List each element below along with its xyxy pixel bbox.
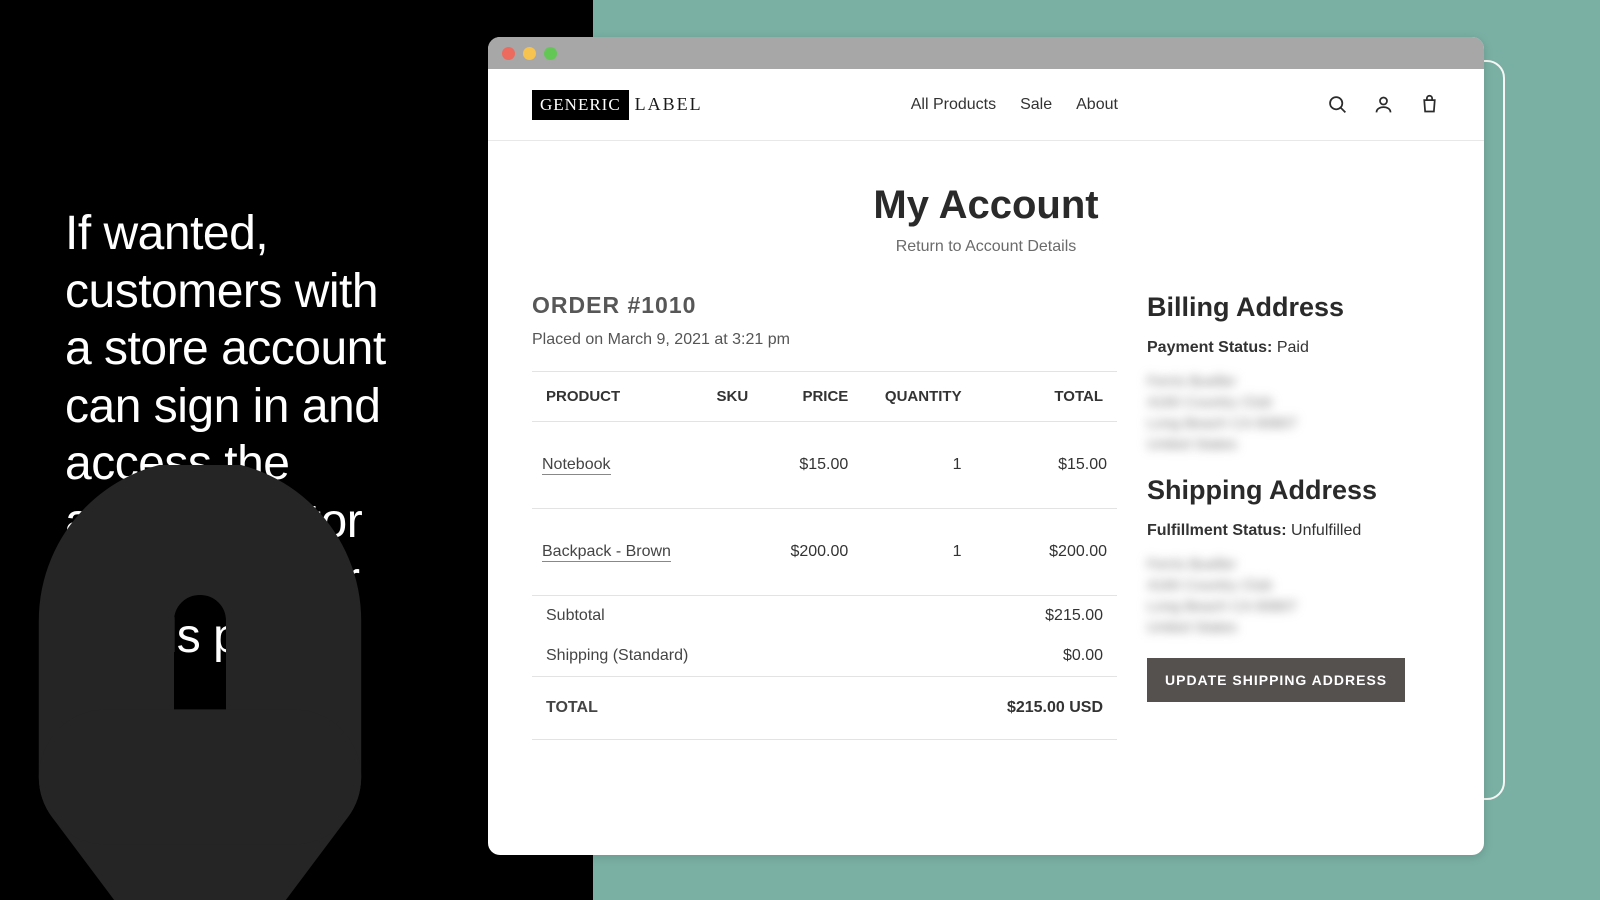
order-heading: ORDER #1010 (532, 292, 1117, 319)
update-shipping-button[interactable]: UPDATE SHIPPING ADDRESS (1147, 658, 1405, 702)
store-logo[interactable]: GENERIC LABEL (532, 90, 703, 120)
cart-icon[interactable] (1418, 94, 1440, 116)
shipping-address-blurred: Ferris Bueller 4160 Country Club Long Be… (1147, 554, 1440, 638)
search-icon[interactable] (1326, 94, 1348, 116)
payment-status: Payment Status: Paid (1147, 339, 1440, 357)
store-header: GENERIC LABEL All Products Sale About (488, 69, 1484, 141)
close-icon[interactable] (502, 47, 515, 60)
price-cell: $15.00 (767, 422, 858, 509)
main-nav: All Products Sale About (703, 96, 1326, 114)
qty-cell: 1 (858, 509, 971, 596)
table-row: Backpack - Brown $200.00 1 $200.00 (532, 509, 1117, 596)
nav-about[interactable]: About (1076, 96, 1118, 114)
window-chrome (488, 37, 1484, 69)
order-table: PRODUCT SKU PRICE QUANTITY TOTAL Noteboo… (532, 371, 1117, 740)
shipping-row: Shipping (Standard) $0.00 (532, 636, 1117, 677)
fulfillment-status: Fulfillment Status: Unfulfilled (1147, 522, 1440, 540)
price-cell: $200.00 (767, 509, 858, 596)
logo-box: GENERIC (532, 90, 629, 120)
th-product: PRODUCT (532, 372, 707, 422)
return-link[interactable]: Return to Account Details (532, 238, 1440, 256)
total-cell: $15.00 (972, 422, 1117, 509)
qty-cell: 1 (858, 422, 971, 509)
order-placed: Placed on March 9, 2021 at 3:21 pm (532, 331, 1117, 349)
shipping-heading: Shipping Address (1147, 475, 1440, 506)
teal-background: GENERIC LABEL All Products Sale About My… (593, 0, 1600, 900)
nav-all-products[interactable]: All Products (911, 96, 996, 114)
nav-sale[interactable]: Sale (1020, 96, 1052, 114)
th-qty: QUANTITY (858, 372, 971, 422)
th-sku: SKU (707, 372, 768, 422)
account-icon[interactable] (1372, 94, 1394, 116)
total-value: $215.00 USD (972, 677, 1117, 740)
total-row: TOTAL $215.00 USD (532, 677, 1117, 740)
th-price: PRICE (767, 372, 858, 422)
subtotal-value: $215.00 (972, 596, 1117, 637)
billing-address-blurred: Ferris Bueller 4160 Country Club Long Be… (1147, 371, 1440, 455)
pencil-edit-icon (0, 465, 460, 900)
th-total: TOTAL (972, 372, 1117, 422)
logo-label: LABEL (635, 94, 703, 115)
subtotal-row: Subtotal $215.00 (532, 596, 1117, 637)
table-header-row: PRODUCT SKU PRICE QUANTITY TOTAL (532, 372, 1117, 422)
total-cell: $200.00 (972, 509, 1117, 596)
minimize-icon[interactable] (523, 47, 536, 60)
subtotal-label: Subtotal (532, 596, 972, 637)
billing-heading: Billing Address (1147, 292, 1440, 323)
order-column: ORDER #1010 Placed on March 9, 2021 at 3… (532, 292, 1117, 740)
table-row: Notebook $15.00 1 $15.00 (532, 422, 1117, 509)
shipping-value: $0.00 (972, 636, 1117, 677)
maximize-icon[interactable] (544, 47, 557, 60)
total-label: TOTAL (532, 677, 972, 740)
shipping-label: Shipping (Standard) (532, 636, 972, 677)
sku-cell (707, 509, 768, 596)
product-name-cell[interactable]: Backpack - Brown (532, 509, 707, 596)
browser-window: GENERIC LABEL All Products Sale About My… (488, 37, 1484, 855)
header-icons (1326, 94, 1440, 116)
address-column: Billing Address Payment Status: Paid Fer… (1147, 292, 1440, 740)
product-name-cell[interactable]: Notebook (532, 422, 707, 509)
page-title: My Account (532, 183, 1440, 228)
sku-cell (707, 422, 768, 509)
